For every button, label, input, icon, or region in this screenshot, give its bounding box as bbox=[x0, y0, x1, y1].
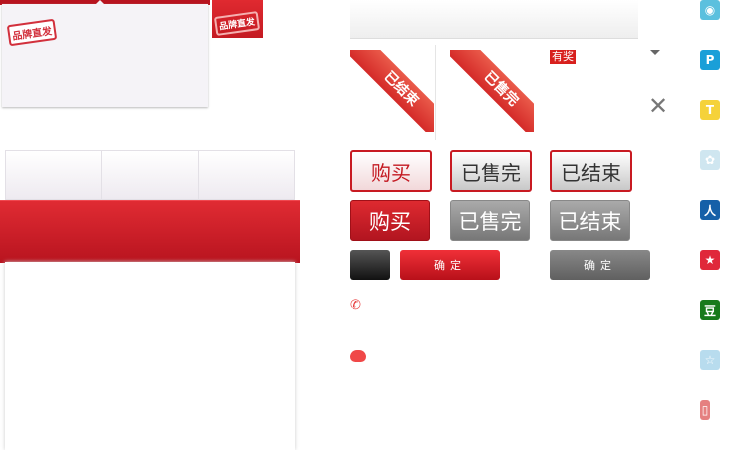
customer-service-icon bbox=[350, 350, 366, 362]
buy-button-active[interactable]: 购买 bbox=[350, 200, 430, 241]
tencent-weibo-icon[interactable]: P bbox=[700, 50, 720, 70]
phone-icon: ✆ bbox=[350, 298, 361, 313]
tab[interactable] bbox=[6, 151, 103, 199]
tab[interactable] bbox=[102, 151, 199, 199]
qq-icon[interactable]: ☆ bbox=[700, 350, 720, 370]
brand-direct-sign: 品牌直发 bbox=[6, 18, 58, 47]
renren-icon[interactable]: 人 bbox=[700, 200, 720, 220]
ended-button[interactable]: 已结束 bbox=[550, 150, 632, 192]
prize-badge: 有奖 bbox=[550, 50, 576, 64]
kaixin-icon[interactable]: ✿ bbox=[700, 150, 720, 170]
confirm-button-grey[interactable]: 确定 bbox=[550, 250, 650, 280]
brand-direct-sign-red: 品牌直发 bbox=[212, 0, 263, 38]
ended-ribbon: 已结束 bbox=[350, 50, 434, 132]
dark-button[interactable] bbox=[350, 250, 390, 280]
qzone-icon[interactable]: ★ bbox=[700, 250, 720, 270]
douban-icon[interactable]: 豆 bbox=[700, 300, 720, 320]
dropdown-arrow-icon[interactable] bbox=[650, 50, 660, 55]
soldout-button-active[interactable]: 已售完 bbox=[450, 200, 530, 241]
confirm-button-red[interactable]: 确定 bbox=[400, 250, 500, 280]
mobile-icon[interactable]: ▯ bbox=[700, 400, 710, 420]
soldout-button[interactable]: 已售完 bbox=[450, 150, 532, 192]
tianya-icon[interactable]: T bbox=[700, 100, 720, 120]
content-panel bbox=[5, 262, 295, 450]
weibo-icon[interactable]: ◉ bbox=[700, 0, 720, 20]
brand-popup: 品牌直发 bbox=[2, 4, 208, 107]
tab-bar bbox=[5, 150, 295, 200]
tab[interactable] bbox=[199, 151, 294, 199]
red-header-bar bbox=[0, 200, 300, 263]
gradient-bar bbox=[350, 0, 638, 39]
close-icon[interactable]: ✕ bbox=[648, 92, 668, 120]
divider bbox=[435, 45, 436, 140]
ended-button-active[interactable]: 已结束 bbox=[550, 200, 630, 241]
buy-button[interactable]: 购买 bbox=[350, 150, 432, 192]
soldout-ribbon: 已售完 bbox=[450, 50, 534, 132]
popup-pointer bbox=[95, 0, 105, 5]
